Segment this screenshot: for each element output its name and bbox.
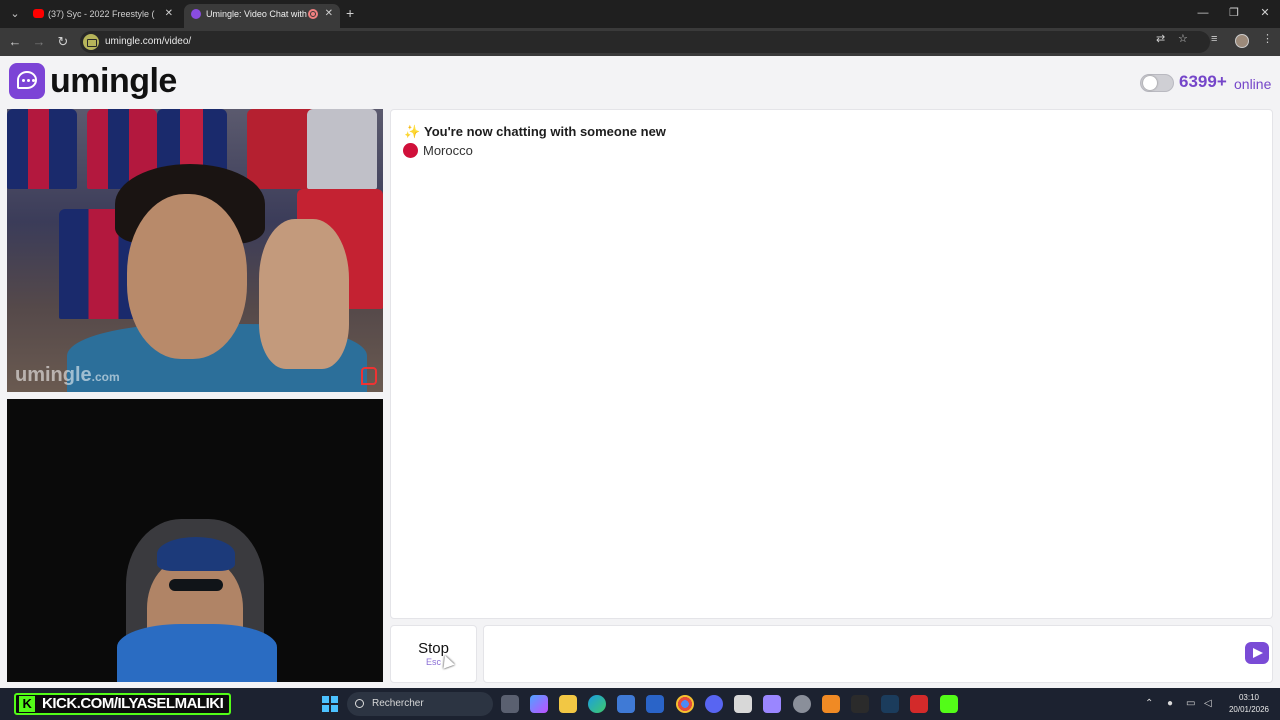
tab-youtube[interactable]: (37) Syc - 2022 Freestyle ( Prod ✕ <box>28 4 180 28</box>
tab-umingle[interactable]: Umingle: Video Chat with St ✕ <box>184 4 340 28</box>
obs-icon[interactable] <box>910 695 928 713</box>
kick-icon[interactable] <box>940 695 958 713</box>
search-placeholder: Rechercher <box>372 698 424 709</box>
restore-button[interactable]: ❐ <box>1219 4 1249 22</box>
stop-label: Stop <box>418 640 449 657</box>
chrome-icon[interactable] <box>676 695 694 713</box>
media-controls-icon[interactable]: ≡ <box>1211 32 1217 46</box>
settings-icon[interactable] <box>793 695 811 713</box>
minimize-button[interactable]: — <box>1188 4 1218 22</box>
mail-icon[interactable] <box>734 695 752 713</box>
search-icon <box>355 699 364 708</box>
kick-logo-icon: K <box>19 696 35 712</box>
message-input[interactable] <box>483 625 1273 683</box>
send-button[interactable] <box>1245 642 1269 664</box>
volume-icon[interactable]: ◁ <box>1204 697 1212 711</box>
system-clock[interactable]: 03:10 20/01/2026 <box>1224 692 1274 716</box>
site-info-icon[interactable] <box>83 34 99 50</box>
copilot-icon[interactable] <box>530 695 548 713</box>
tab-title: Umingle: Video Chat with St <box>206 9 314 19</box>
system-message: ✨ You're now chatting with someone new <box>404 124 666 140</box>
clock-date: 20/01/2026 <box>1228 705 1270 714</box>
file-explorer-icon[interactable] <box>559 695 577 713</box>
edge-icon[interactable] <box>588 695 606 713</box>
close-window-button[interactable]: ✕ <box>1250 4 1280 22</box>
menu-kebab-icon[interactable]: ⋮ <box>1262 32 1273 46</box>
tab-title: (37) Syc - 2022 Freestyle ( Prod <box>48 9 156 19</box>
stranger-country: Morocco <box>403 143 473 158</box>
sparkles-icon: ✨ <box>404 124 421 139</box>
jersey-image <box>307 109 377 189</box>
theme-toggle[interactable] <box>1140 74 1174 92</box>
recording-indicator-icon <box>308 9 318 19</box>
browser-toolbar: ← → ↻ umingle.com/video/ ⇄ ☆ ≡ ⋮ <box>0 28 1280 56</box>
system-message-text: You're now chatting with someone new <box>424 124 666 139</box>
address-bar[interactable]: umingle.com/video/ <box>80 31 1210 53</box>
browser-tab-bar: ⌄ (37) Syc - 2022 Freestyle ( Prod ✕ Umi… <box>0 0 1280 28</box>
gaming-icon[interactable] <box>763 695 781 713</box>
tab-close-icon[interactable]: ✕ <box>325 4 333 24</box>
kick-channel-banner: K KICK.COM/ILYASELMALIKI <box>14 693 232 715</box>
report-flag-icon[interactable] <box>361 367 377 385</box>
stranger-face <box>127 194 247 359</box>
self-video <box>7 399 383 682</box>
microphone-icon[interactable]: ● <box>1167 697 1173 711</box>
tray-expand-icon[interactable]: ⌃ <box>1145 697 1153 711</box>
site-logo-text[interactable]: umingle <box>50 62 177 101</box>
youtube-favicon-icon <box>33 9 44 18</box>
stranger-hand <box>259 219 349 369</box>
task-view-icon[interactable] <box>501 695 519 713</box>
profile-avatar[interactable] <box>1235 34 1249 48</box>
self-cap <box>157 537 235 571</box>
new-tab-button[interactable]: + <box>346 4 354 22</box>
self-sunglasses <box>169 579 223 591</box>
stranger-video: umingle.com <box>7 109 383 392</box>
network-icon[interactable]: ▭ <box>1186 697 1195 711</box>
store-icon[interactable] <box>617 695 635 713</box>
self-hoodie <box>117 624 277 682</box>
umingle-logo-icon[interactable] <box>9 63 45 99</box>
outlook-icon[interactable] <box>646 695 664 713</box>
kick-banner-text: KICK.COM/ILYASELMALIKI <box>42 695 224 712</box>
online-count: 6399+ <box>1179 72 1227 91</box>
tab-search-chevron-icon[interactable]: ⌄ <box>6 5 24 23</box>
nvidia-icon[interactable] <box>851 695 869 713</box>
windows-taskbar: K KICK.COM/ILYASELMALIKI Rechercher ⌃ ● ▭… <box>0 688 1280 720</box>
steam-icon[interactable] <box>881 695 899 713</box>
translate-icon[interactable]: ⇄ <box>1156 32 1165 46</box>
url-text[interactable]: umingle.com/video/ <box>105 31 191 53</box>
discord-icon[interactable] <box>705 695 723 713</box>
vlc-icon[interactable] <box>822 695 840 713</box>
stop-shortcut: Esc <box>425 657 441 667</box>
video-watermark: umingle.com <box>15 364 120 386</box>
windows-start-icon[interactable] <box>322 696 338 712</box>
chat-bubble-icon <box>17 71 37 89</box>
tab-close-icon[interactable]: ✕ <box>165 4 173 24</box>
reload-icon[interactable]: ↻ <box>54 33 72 51</box>
taskbar-search[interactable]: Rechercher <box>347 692 493 716</box>
page-content: umingle 6399+ online umingle.com ✨ You're… <box>0 56 1280 688</box>
clock-time: 03:10 <box>1238 693 1260 702</box>
country-name: Morocco <box>423 143 473 158</box>
forward-arrow-icon[interactable]: → <box>30 33 48 51</box>
umingle-favicon-icon <box>191 9 201 19</box>
back-arrow-icon[interactable]: ← <box>6 33 24 51</box>
chat-panel: ✨ You're now chatting with someone new Mo… <box>390 109 1273 619</box>
morocco-flag-icon <box>403 143 418 158</box>
bookmark-star-icon[interactable]: ☆ <box>1178 32 1188 46</box>
online-label: online <box>1234 76 1272 92</box>
stop-button[interactable]: Stop Esc <box>390 625 477 683</box>
jersey-image <box>7 109 77 189</box>
